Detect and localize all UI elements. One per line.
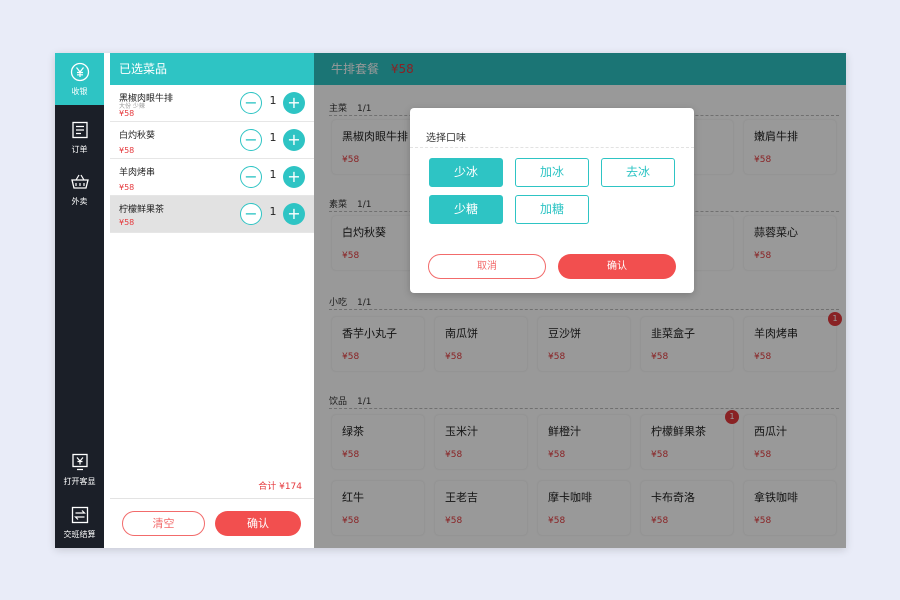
yen-circle-icon xyxy=(70,62,90,82)
qty-minus-button[interactable]: − xyxy=(240,203,262,225)
cart-total: 合计 ¥174 xyxy=(258,482,302,492)
nav-item-takeout[interactable]: 外卖 xyxy=(55,163,104,215)
dialog-cancel-button[interactable]: 取消 xyxy=(428,254,546,279)
cart-item[interactable]: 白灼秋葵 ¥58 − 1 + xyxy=(110,122,314,159)
qty-minus-button[interactable]: − xyxy=(240,166,262,188)
cart-item-price: ¥58 xyxy=(119,218,135,227)
basket-icon xyxy=(70,172,90,192)
cart-item-name: 柠檬鲜果茶 xyxy=(119,205,165,215)
qty-plus-button[interactable]: + xyxy=(283,129,305,151)
nav-item-cashier[interactable]: 收银 xyxy=(55,53,104,105)
cart-item-name: 白灼秋葵 xyxy=(119,131,156,141)
clear-cart-button[interactable]: 清空 xyxy=(122,511,205,536)
nav-label: 打开客显 xyxy=(63,476,96,486)
cart-title: 已选菜品 xyxy=(110,53,314,85)
option-less-ice[interactable]: 少冰 xyxy=(429,158,503,187)
qty-minus-button[interactable]: − xyxy=(240,129,262,151)
dialog-divider xyxy=(410,147,694,148)
cart-item-name: 羊肉烤串 xyxy=(119,168,156,178)
option-no-ice[interactable]: 去冰 xyxy=(601,158,675,187)
nav-label: 交班结算 xyxy=(63,529,96,539)
customer-display-icon xyxy=(70,452,90,472)
shift-settle-icon xyxy=(70,505,90,525)
nav-label: 外卖 xyxy=(71,196,88,206)
nav-item-shift-settle[interactable]: 交班结算 xyxy=(55,496,104,548)
nav-label: 收银 xyxy=(71,86,88,96)
taste-dialog: 选择口味 少冰 加冰 去冰 少糖 加糖 取消 确认 xyxy=(410,108,694,293)
nav-item-customer-display[interactable]: 打开客显 xyxy=(55,443,104,495)
qty-value: 1 xyxy=(269,168,277,181)
dialog-confirm-button[interactable]: 确认 xyxy=(558,254,676,279)
cart-panel: 已选菜品 黑椒肉眼牛排 大份 少辣 ¥58 − 1 + 白灼秋葵 ¥58 − 1… xyxy=(110,53,314,548)
nav-label: 订单 xyxy=(71,144,88,154)
order-list-icon xyxy=(70,120,90,140)
cart-item[interactable]: 羊肉烤串 ¥58 − 1 + xyxy=(110,159,314,196)
cart-item-selected[interactable]: 柠檬鲜果茶 ¥58 − 1 + xyxy=(110,196,314,233)
cart-item-price: ¥58 xyxy=(119,183,135,192)
qty-value: 1 xyxy=(269,131,277,144)
option-add-ice[interactable]: 加冰 xyxy=(515,158,589,187)
qty-plus-button[interactable]: + xyxy=(283,166,305,188)
option-add-sugar[interactable]: 加糖 xyxy=(515,195,589,224)
qty-plus-button[interactable]: + xyxy=(283,203,305,225)
cart-item-price: ¥58 xyxy=(119,109,135,118)
cart-item-price: ¥58 xyxy=(119,146,135,155)
qty-value: 1 xyxy=(269,94,277,107)
qty-plus-button[interactable]: + xyxy=(283,92,305,114)
dialog-title: 选择口味 xyxy=(426,133,466,144)
option-less-sugar[interactable]: 少糖 xyxy=(429,195,503,224)
side-nav: 收银 订单 外卖 打开客显 交班结算 xyxy=(55,53,104,548)
qty-minus-button[interactable]: − xyxy=(240,92,262,114)
confirm-order-button[interactable]: 确认 xyxy=(215,511,301,536)
cart-footer: 清空 确认 xyxy=(110,498,314,548)
cart-item[interactable]: 黑椒肉眼牛排 大份 少辣 ¥58 − 1 + xyxy=(110,85,314,122)
qty-value: 1 xyxy=(269,205,277,218)
nav-item-orders[interactable]: 订单 xyxy=(55,111,104,163)
